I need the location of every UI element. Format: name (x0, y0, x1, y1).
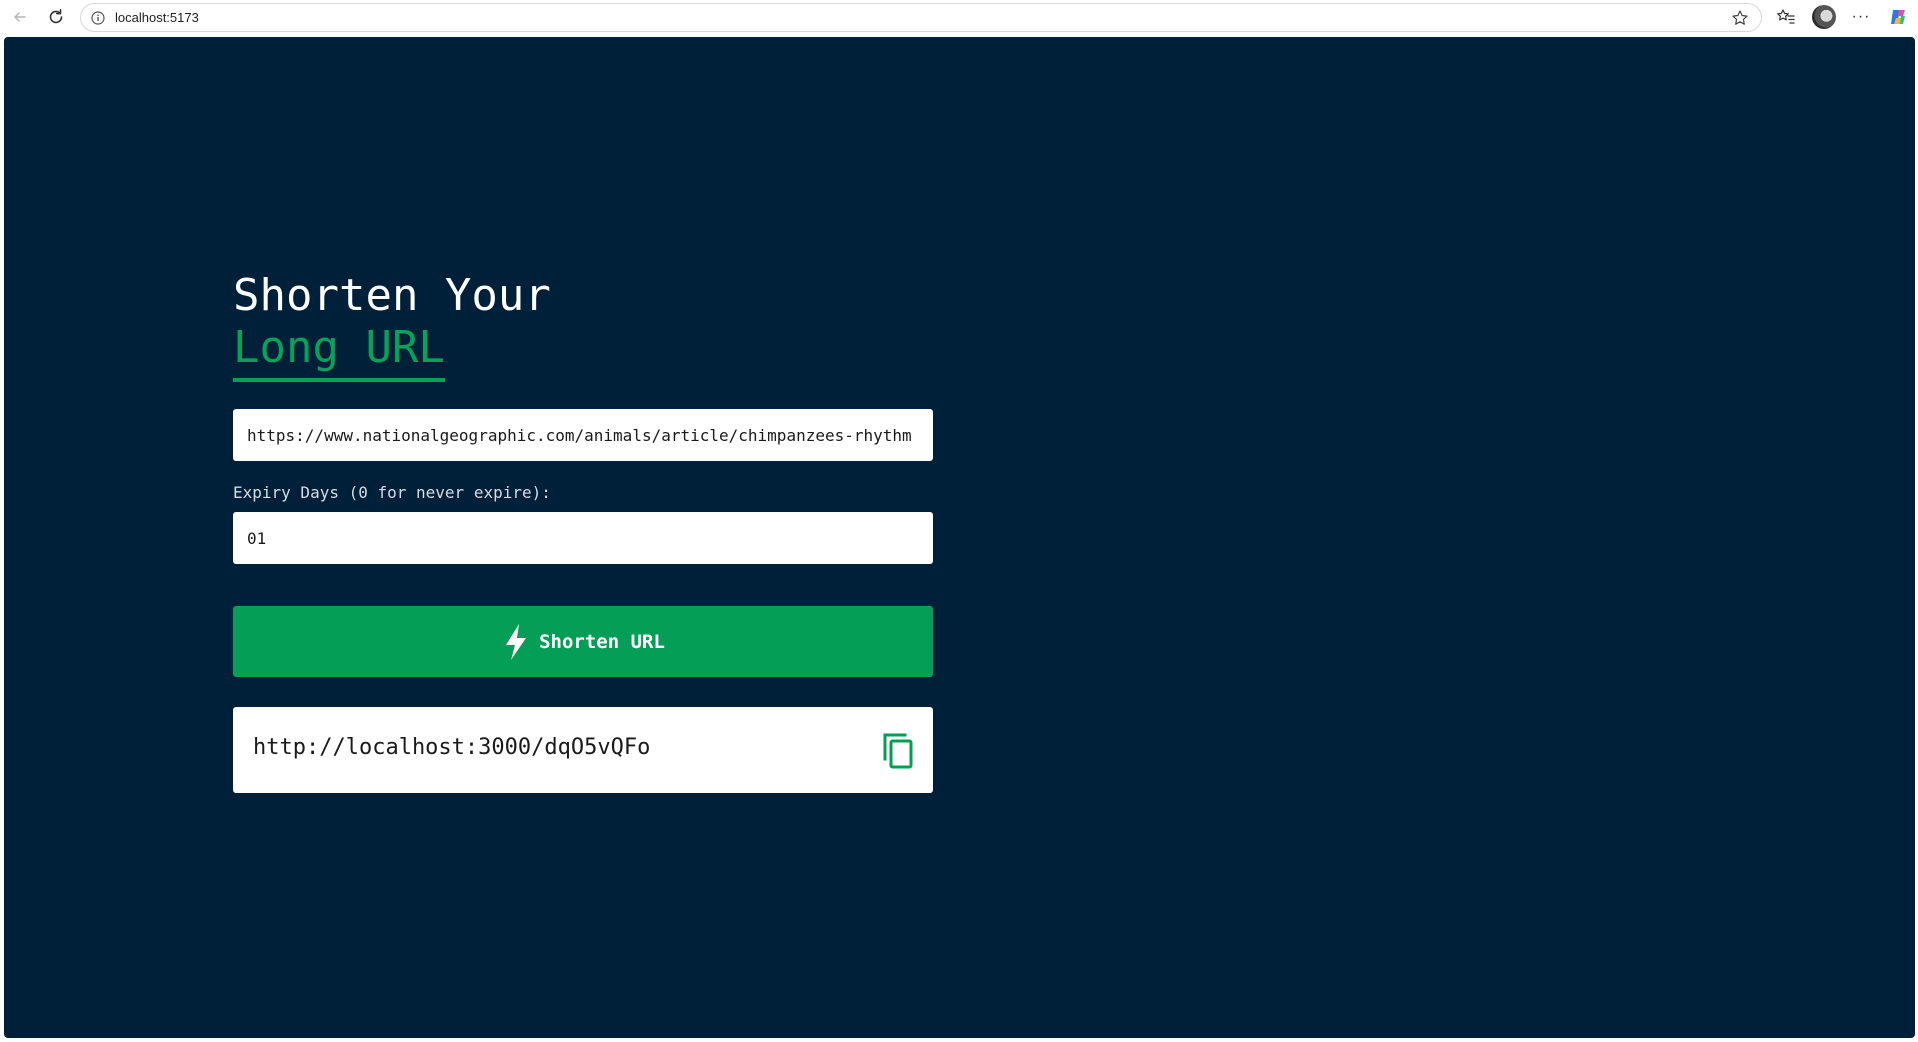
short-url-result: http://localhost:3000/dqO5vQFo (233, 707, 933, 793)
more-icon[interactable]: ··· (1850, 6, 1872, 28)
back-icon[interactable] (8, 5, 32, 29)
avatar[interactable] (1812, 5, 1836, 29)
page-title-highlight: Long URL (233, 322, 445, 382)
address-bar[interactable]: localhost:5173 (80, 3, 1762, 32)
address-text: localhost:5173 (115, 10, 199, 25)
shorten-url-button-label: Shorten URL (539, 630, 665, 653)
star-icon[interactable] (1731, 9, 1749, 27)
shorten-url-button[interactable]: Shorten URL (233, 606, 933, 677)
reload-icon[interactable] (44, 5, 68, 29)
long-url-input[interactable] (233, 409, 933, 461)
page-title: Shorten Your (233, 270, 551, 321)
copy-icon[interactable] (881, 731, 915, 769)
short-url-text[interactable]: http://localhost:3000/dqO5vQFo (253, 735, 650, 760)
expiry-label: Expiry Days (0 for never expire): (233, 483, 551, 502)
copilot-icon[interactable] (1887, 6, 1909, 28)
page-viewport: Shorten Your Long URL Expiry Days (0 for… (4, 37, 1915, 1038)
info-icon[interactable] (91, 11, 105, 25)
lightning-icon (501, 622, 531, 662)
browser-toolbar: localhost:5173 ··· (0, 0, 1918, 35)
expiry-days-input[interactable] (233, 512, 933, 564)
favorites-icon[interactable] (1775, 6, 1797, 28)
